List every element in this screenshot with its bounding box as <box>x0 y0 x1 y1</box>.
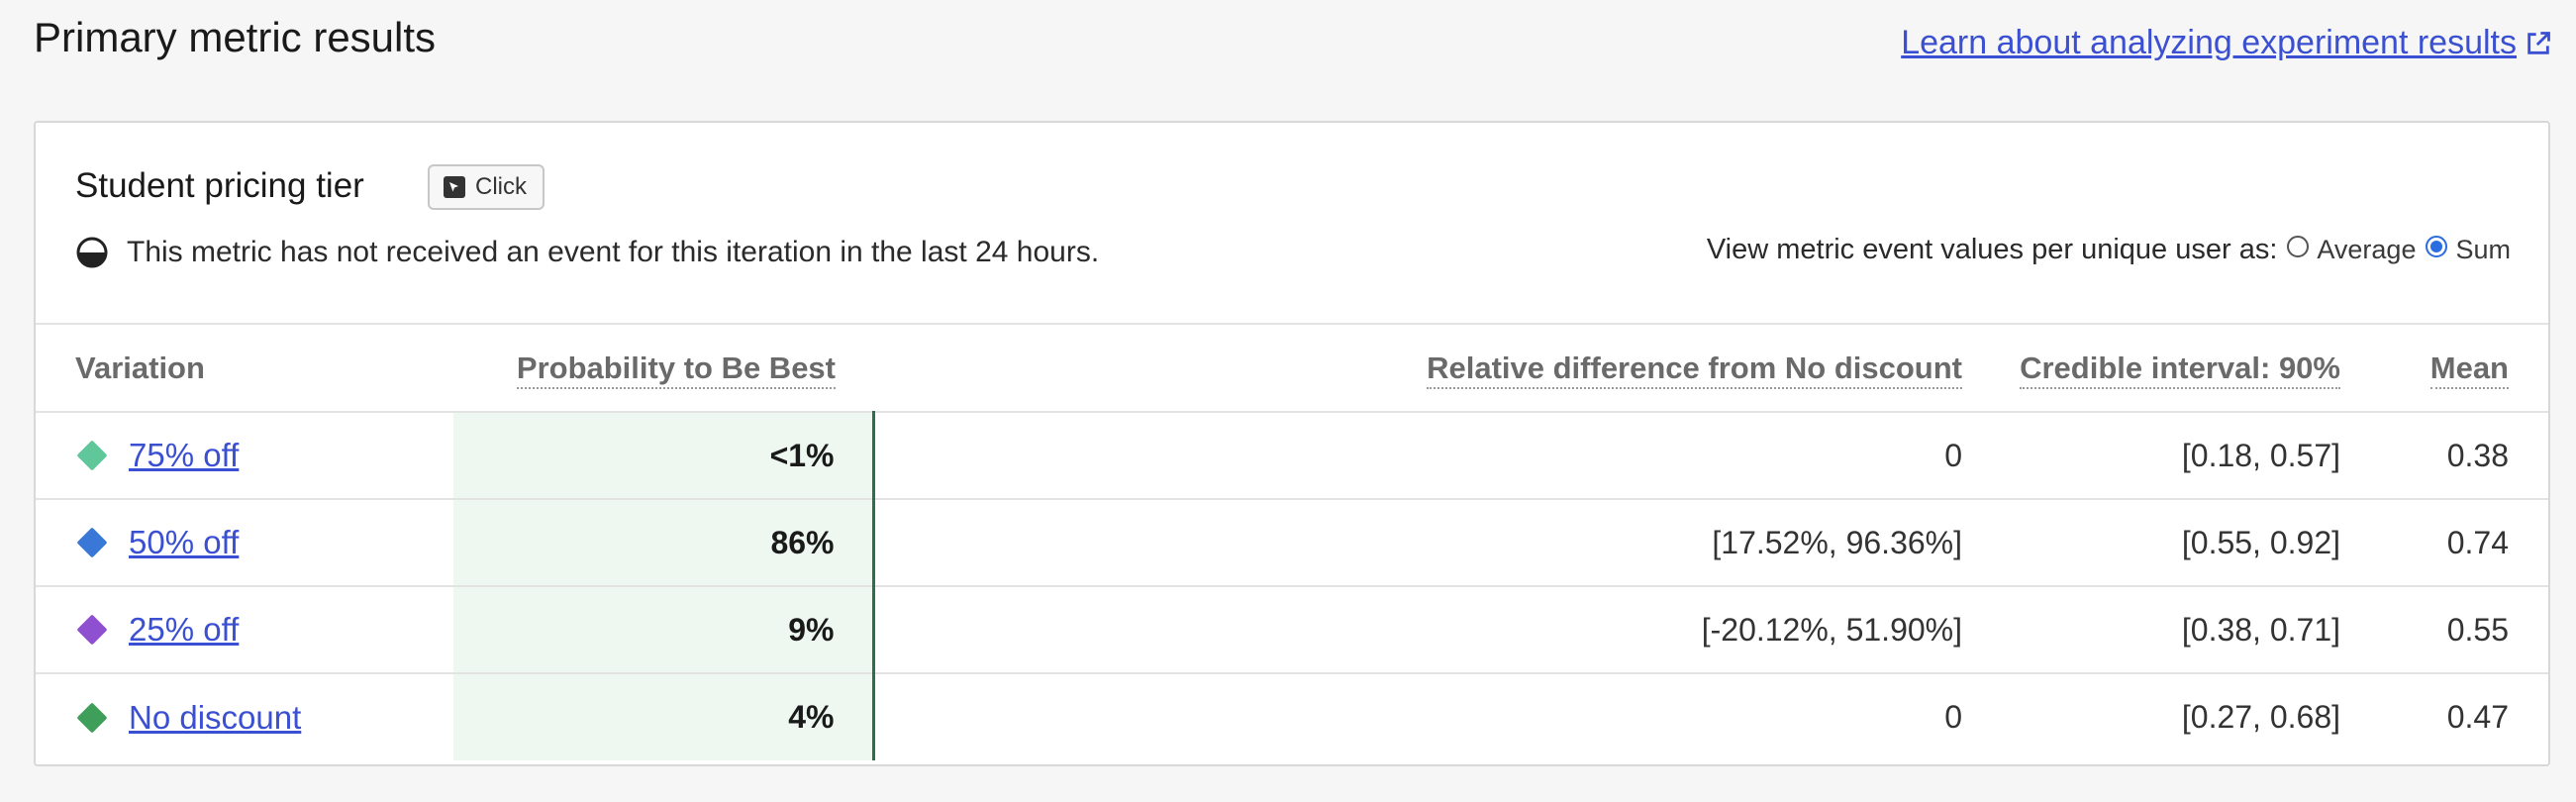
header-mean[interactable]: Mean <box>2380 325 2548 413</box>
cursor-click-icon <box>444 176 465 198</box>
variation-link[interactable]: 25% off <box>129 611 239 649</box>
metric-name: Student pricing tier <box>75 166 364 205</box>
header-credible-interval[interactable]: Credible interval: 90% <box>2002 325 2380 413</box>
relative-difference-cell: 0 <box>873 412 2002 500</box>
variation-cell: 50% off <box>36 499 453 587</box>
view-as-label: View metric event values per unique user… <box>1706 234 2278 265</box>
variation-link[interactable]: No discount <box>129 699 301 737</box>
badge-label: Click <box>475 173 527 200</box>
table-row: 50% off 86% [17.52%, 96.36%] [0.55, 0.92… <box>36 499 2548 587</box>
variation-link[interactable]: 50% off <box>129 524 239 561</box>
variation-color-icon <box>76 614 108 646</box>
event-type-badge: Click <box>428 164 545 210</box>
probability-cell: 9% <box>453 586 875 674</box>
average-radio[interactable] <box>2287 235 2310 257</box>
learn-link-label: Learn about analyzing experiment results <box>1901 24 2517 61</box>
relative-difference-cell: [-20.12%, 51.90%] <box>873 586 2002 674</box>
mean-cell: 0.74 <box>2380 499 2548 587</box>
table-header-row: Variation Probability to Be Best Relativ… <box>36 325 2548 413</box>
view-as-control: View metric event values per unique user… <box>1707 234 2511 266</box>
credible-interval-cell: [0.38, 0.71] <box>2002 586 2380 674</box>
probability-cell: 86% <box>453 499 875 587</box>
table-row: No discount 4% 0 [0.27, 0.68] 0.47 <box>36 673 2548 760</box>
page-title: Primary metric results <box>34 14 437 60</box>
average-label[interactable]: Average <box>2317 235 2416 265</box>
metric-card: Student pricing tier Click This metric h… <box>34 121 2550 766</box>
probability-cell: 4% <box>453 673 875 760</box>
variation-cell: 75% off <box>36 412 453 500</box>
relative-difference-cell: [17.52%, 96.36%] <box>873 499 2002 587</box>
header-relative-difference[interactable]: Relative difference from No discount <box>873 325 2002 413</box>
credible-interval-cell: [0.27, 0.68] <box>2181 699 2340 735</box>
table-row: 25% off 9% [-20.12%, 51.90%] [0.38, 0.71… <box>36 586 2548 674</box>
mean-cell: 0.47 <box>2446 699 2509 735</box>
header-variation: Variation <box>36 325 453 413</box>
table-row: 75% off <1% 0 [0.18, 0.57] 0.38 <box>36 412 2548 500</box>
credible-interval-cell: [0.18, 0.57] <box>2002 412 2380 500</box>
credible-interval-cell: [0.55, 0.92] <box>2002 499 2380 587</box>
external-link-icon <box>2527 31 2550 54</box>
mean-cell: 0.55 <box>2380 586 2548 674</box>
variation-link[interactable]: 75% off <box>129 437 239 474</box>
header-probability[interactable]: Probability to Be Best <box>453 325 873 413</box>
status-text: This metric has not received an event fo… <box>127 236 1100 268</box>
variation-color-icon <box>76 527 108 558</box>
metric-status: This metric has not received an event fo… <box>75 236 1099 269</box>
learn-about-results-link[interactable]: Learn about analyzing experiment results <box>1901 24 2552 62</box>
variation-color-icon <box>76 701 108 734</box>
relative-difference-cell: 0 <box>1944 699 1962 735</box>
variation-color-icon <box>76 440 108 471</box>
mean-cell: 0.38 <box>2380 412 2548 500</box>
variation-cell: 25% off <box>36 586 453 674</box>
sum-label[interactable]: Sum <box>2455 235 2511 265</box>
results-table: Variation Probability to Be Best Relativ… <box>36 325 2548 760</box>
probability-cell: <1% <box>453 412 875 500</box>
metric-header: Student pricing tier Click This metric h… <box>36 123 2548 325</box>
sum-radio[interactable] <box>2426 235 2448 257</box>
variation-cell: No discount <box>36 673 453 760</box>
half-circle-icon <box>76 237 108 268</box>
